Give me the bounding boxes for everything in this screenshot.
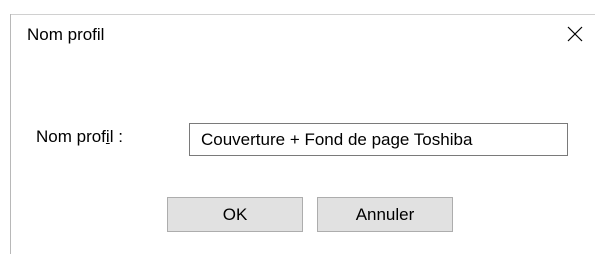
close-button[interactable] <box>557 17 593 51</box>
close-icon <box>567 26 583 42</box>
cancel-button[interactable]: Annuler <box>317 197 453 232</box>
label-text-start: Nom prof <box>36 127 106 146</box>
dialog-top-border <box>10 14 595 15</box>
dialog-left-border <box>10 14 11 254</box>
profile-name-input[interactable] <box>189 123 568 156</box>
dialog-title: Nom profil <box>27 25 105 44</box>
label-text-end: l : <box>109 127 123 146</box>
ok-button[interactable]: OK <box>167 197 303 232</box>
profile-name-label: Nom profil : <box>36 126 123 148</box>
profile-name-dialog: Nom profil Nom profil : OK Annuler <box>0 0 595 254</box>
